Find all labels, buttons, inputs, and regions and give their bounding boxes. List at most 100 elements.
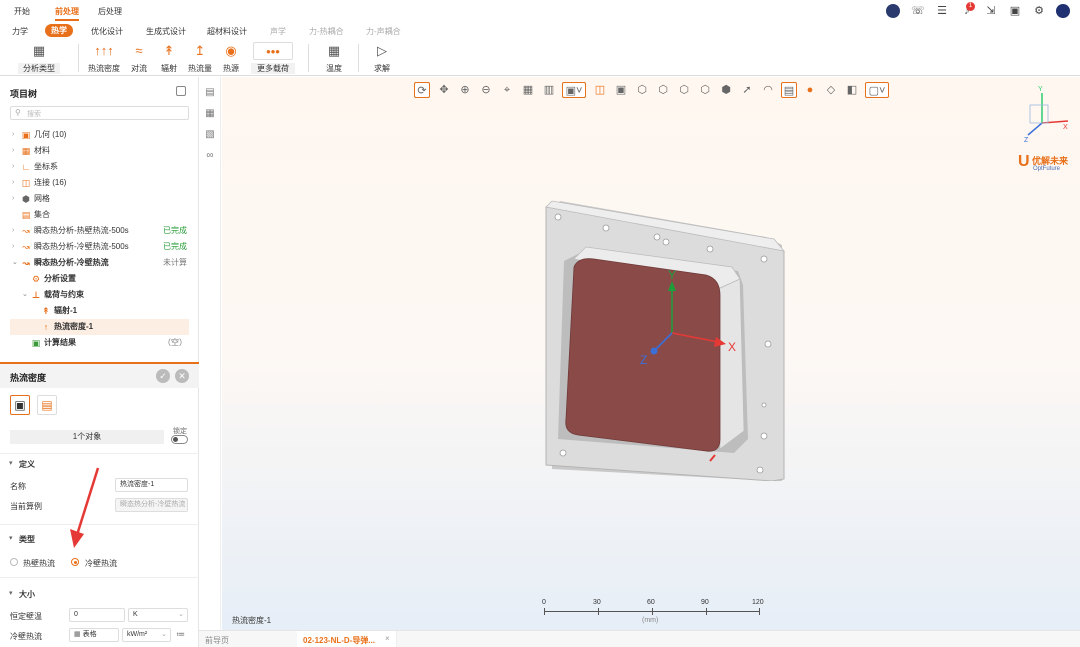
analysis-type-button[interactable]: ▦ 分析类型 (18, 42, 60, 74)
tree-item-geometry[interactable]: › ▣ 几何 (10) (0, 127, 199, 143)
wall-temp-input[interactable]: 0 (69, 608, 125, 622)
expand-caret-icon[interactable]: › (12, 191, 14, 207)
select-pointer-icon[interactable]: ➚ (739, 82, 755, 98)
expand-caret-icon[interactable]: › (12, 143, 14, 159)
expand-caret-icon[interactable]: › (12, 159, 14, 175)
iso-view-icon[interactable]: ▣ (613, 82, 629, 98)
close-icon[interactable]: ✕ (175, 369, 189, 383)
right-view-icon[interactable]: ⬡ (676, 82, 692, 98)
tab-acoustics[interactable]: 声学 (270, 26, 286, 37)
gear-icon[interactable]: ⚙ (1032, 4, 1046, 18)
expand-caret-icon[interactable]: › (12, 175, 14, 191)
tree-item-analysis-settings[interactable]: ⚙ 分析设置 (0, 271, 199, 287)
display-mode-icon[interactable]: ▤ (781, 82, 797, 98)
menu-start[interactable]: 开始 (14, 6, 30, 17)
zoom-in-icon[interactable]: ⊕ (457, 82, 473, 98)
tree-item-sets[interactable]: ▤ 集合 (0, 207, 199, 223)
tree-item-heat-flux-1[interactable]: ↑ 热流密度-1 (10, 319, 189, 335)
expand-caret-icon[interactable]: › (12, 127, 14, 143)
tab-optimization[interactable]: 优化设计 (91, 26, 123, 37)
collapse-panel-icon[interactable] (176, 86, 186, 96)
tree-item-connections[interactable]: › ◫ 连接 (16) (0, 175, 199, 191)
tab-thermo-mechanical[interactable]: 力-热耦合 (309, 26, 344, 37)
menu-postprocess[interactable]: 后处理 (98, 6, 122, 17)
heat-flux-density-button[interactable]: ↑↑↑ 热流密度 (87, 42, 121, 74)
cold-flux-unit-select[interactable]: kW/m² ⌄ (122, 628, 171, 642)
solve-button[interactable]: ▷ 求解 (370, 42, 394, 74)
tab-active-document[interactable]: 02-123-NL-D-导弹... × (297, 631, 397, 647)
fullscreen-icon[interactable]: ⇲ (984, 4, 998, 18)
annotation-arrow (70, 467, 100, 548)
view-cube-dropdown-icon[interactable]: ▣˅ (562, 82, 586, 98)
tab-generative-design[interactable]: 生成式设计 (146, 26, 186, 37)
cold-flux-mode-button[interactable]: ▦ 表格 (69, 628, 119, 642)
select-body-icon[interactable]: ▣ (10, 395, 30, 415)
document-icon[interactable]: ▤ (204, 87, 216, 99)
radio-cold-wall[interactable] (71, 558, 79, 566)
zoom-box-icon[interactable]: ▦ (520, 82, 536, 98)
tab-mechanics[interactable]: 力学 (12, 26, 28, 37)
close-tab-icon[interactable]: × (385, 634, 390, 643)
radiation-button[interactable]: ↟ 辐射 (158, 42, 180, 74)
heat-source-button[interactable]: ◉ 热源 (220, 42, 242, 74)
name-input[interactable]: 热流密度-1 (115, 478, 188, 492)
expand-caret-icon[interactable]: › (12, 239, 14, 255)
expand-caret-icon[interactable]: › (12, 223, 14, 239)
tree-item-radiation-1[interactable]: ↟ 辐射-1 (0, 303, 199, 319)
tree-item-results[interactable]: ▣ 计算结果 （空） (0, 335, 199, 351)
chart-icon[interactable]: ≔ (176, 629, 185, 640)
pan-icon[interactable]: ✥ (436, 82, 452, 98)
share-icon[interactable]: ∞ (204, 150, 216, 162)
collapse-caret-icon[interactable]: ⌄ (12, 255, 18, 271)
rotate-icon[interactable]: ⟳ (414, 82, 430, 98)
tree-search-input[interactable]: ⚲ 搜索 (10, 106, 189, 120)
wall-temp-unit-select[interactable]: K ⌄ (128, 608, 188, 622)
section-caret-icon[interactable]: ▾ (9, 459, 13, 467)
back-view-icon[interactable]: ⬢ (718, 82, 734, 98)
top-view-icon[interactable]: ⬡ (634, 82, 650, 98)
transparency-icon[interactable]: ◇ (823, 82, 839, 98)
collapse-caret-icon[interactable]: ⌄ (22, 287, 28, 303)
radio-hot-wall[interactable] (10, 558, 18, 566)
section-view-icon[interactable]: ▥ (541, 82, 557, 98)
table-icon[interactable]: ▦ (204, 108, 216, 120)
tab-metamaterial[interactable]: 超材料设计 (207, 26, 247, 37)
left-view-icon[interactable]: ⬡ (655, 82, 671, 98)
front-view-icon[interactable]: ◫ (592, 82, 608, 98)
layout-dropdown-icon[interactable]: ▢˅ (865, 82, 889, 98)
measure-icon[interactable]: ◠ (760, 82, 776, 98)
select-face-icon[interactable]: ▤ (37, 395, 57, 415)
more-loads-button[interactable]: ••• 更多载荷 (251, 42, 295, 74)
tab-thermal[interactable]: 热学 (45, 24, 73, 37)
chat-icon[interactable]: ▣ (1008, 4, 1022, 18)
lock-toggle[interactable] (171, 435, 188, 444)
temperature-button[interactable]: ▦ 温度 (322, 42, 346, 74)
convection-button[interactable]: ≈ 对流 (128, 42, 150, 74)
tree-item-analysis-cold-wall[interactable]: ⌄ ↝ 瞬态热分析-冷壁热流 未计算 (0, 255, 199, 271)
heat-flow-button[interactable]: ↥ 热流量 (186, 42, 214, 74)
bottom-view-icon[interactable]: ⬡ (697, 82, 713, 98)
tree-item-mesh[interactable]: › ⬢ 网格 (0, 191, 199, 207)
tree-item-coordinate-system[interactable]: › ∟ 坐标系 (0, 159, 199, 175)
orientation-triad[interactable]: Y X Z (1012, 83, 1072, 143)
fit-view-icon[interactable]: ⌖ (499, 82, 515, 98)
tab-home[interactable]: 前导页 (205, 635, 229, 646)
confirm-icon[interactable]: ✓ (156, 369, 170, 383)
tab-acousto-mechanical[interactable]: 力-声耦合 (366, 26, 401, 37)
tree-item-analysis-hot-wall[interactable]: › ↝ 瞬态热分析-热壁热流-500s 已完成 (0, 223, 199, 239)
tree-item-material[interactable]: › ▦ 材料 (0, 143, 199, 159)
tree-item-analysis-cold-wall-500s[interactable]: › ↝ 瞬态热分析-冷壁热流-500s 已完成 (0, 239, 199, 255)
section-caret-icon[interactable]: ▾ (9, 589, 13, 597)
zoom-out-icon[interactable]: ⊖ (478, 82, 494, 98)
section-caret-icon[interactable]: ▾ (9, 534, 13, 542)
3d-viewport[interactable]: ⟳ ✥ ⊕ ⊖ ⌖ ▦ ▥ ▣˅ ◫ ▣ ⬡ ⬡ ⬡ ⬡ ⬢ ➚ ◠ ▤ ● ◇… (222, 77, 1080, 630)
shading-sphere-icon[interactable]: ● (802, 82, 818, 98)
tree-item-loads-constraints[interactable]: ⌄ ⊥ 载荷与约束 (0, 287, 199, 303)
list-icon[interactable]: ☰ (935, 4, 949, 18)
avatar-badge-icon[interactable] (886, 4, 900, 18)
headset-icon[interactable]: ☏ (911, 4, 925, 18)
background-icon[interactable]: ◧ (844, 82, 860, 98)
menu-preprocess[interactable]: 前处理 (55, 6, 79, 17)
report-icon[interactable]: ▧ (204, 129, 216, 141)
user-avatar-icon[interactable] (1056, 4, 1070, 18)
